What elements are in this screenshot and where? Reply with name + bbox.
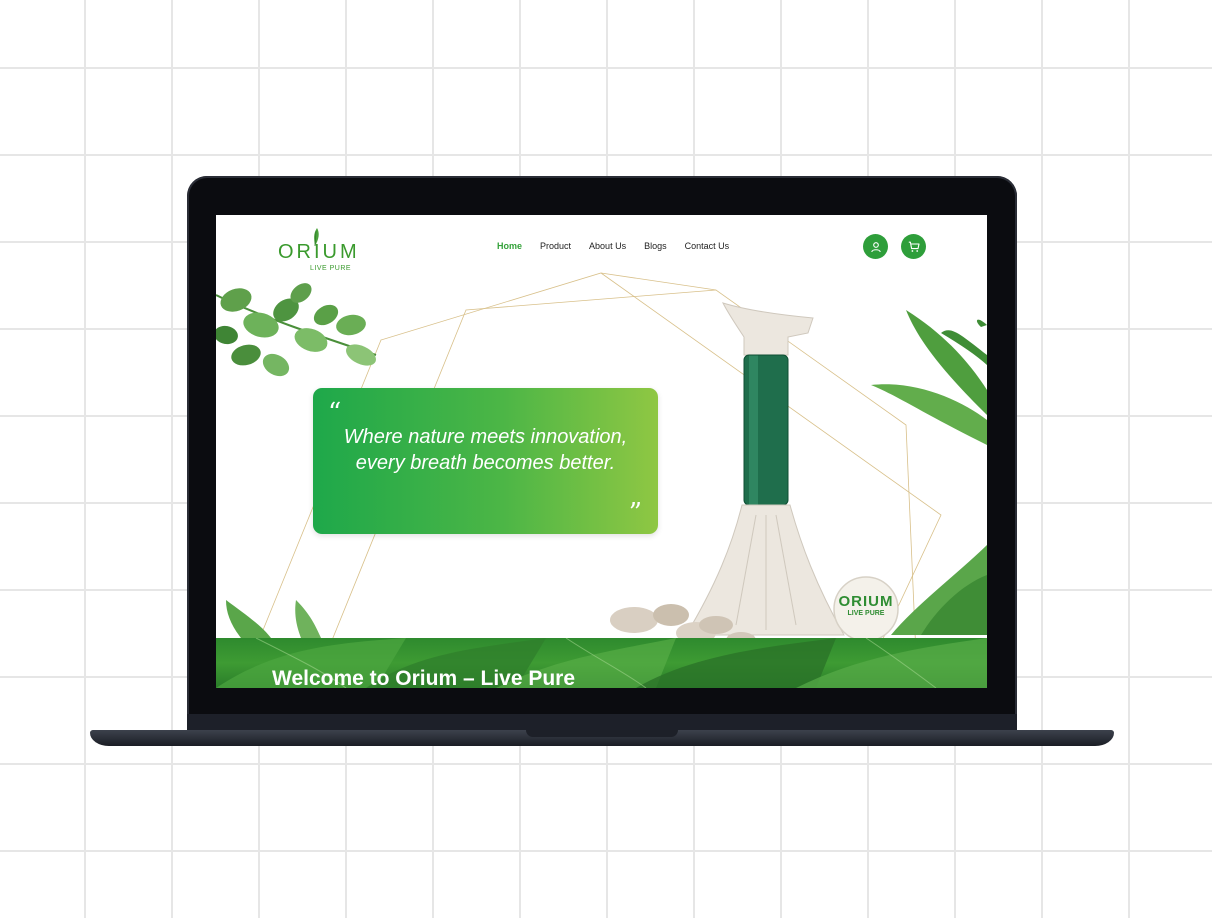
leaf-cluster-bottom-left (226, 600, 321, 638)
nav-contact-us[interactable]: Contact Us (685, 241, 730, 251)
brand-tagline: LIVE PURE (310, 265, 352, 272)
leaf-cluster-right (871, 310, 987, 635)
cart-icon (908, 241, 920, 252)
brand-logo[interactable]: ORIUM LIVE PURE (278, 227, 360, 272)
quote-open-icon: “ (328, 398, 342, 428)
nav-product[interactable]: Product (540, 241, 571, 251)
badge-brand: ORIUM (838, 593, 894, 610)
account-button[interactable] (863, 234, 888, 259)
laptop-notch (526, 730, 678, 737)
brand-name: ORIUM (278, 241, 360, 263)
nav-home[interactable]: Home (497, 241, 522, 251)
product-badge-text: ORIUM LIVE PURE (834, 593, 898, 617)
hero-quote-text: Where nature meets innovation, every bre… (343, 426, 628, 474)
website-screen: ORIUM LIVE PURE ORIUM LIVE PURE Home Pro… (216, 215, 987, 688)
badge-tagline: LIVE PURE (847, 610, 885, 617)
welcome-banner: Welcome to Orium – Live Pure (216, 638, 987, 688)
nav-about-us[interactable]: About Us (589, 241, 626, 251)
nav-blogs[interactable]: Blogs (644, 241, 667, 251)
welcome-title: Welcome to Orium – Live Pure (272, 667, 576, 688)
hero-quote-card: “ Where nature meets innovation, every b… (313, 388, 658, 534)
quote-close-icon: ” (628, 498, 642, 528)
main-nav: Home Product About Us Blogs Contact Us (497, 241, 747, 251)
cart-button[interactable] (901, 234, 926, 259)
leaf-cluster-top-left (216, 283, 377, 377)
user-icon (870, 241, 881, 252)
